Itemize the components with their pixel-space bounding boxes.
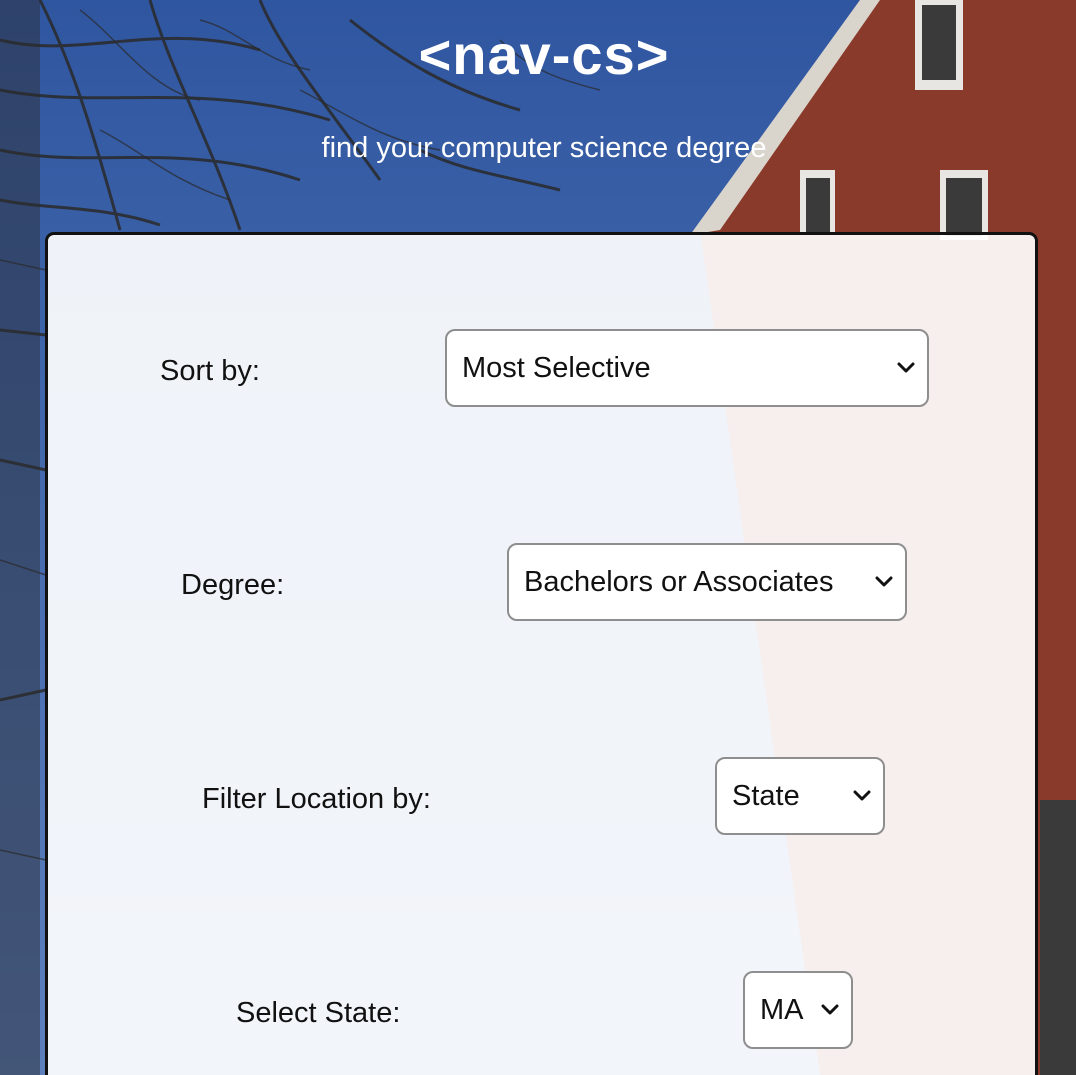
chevron-down-icon	[893, 358, 919, 378]
sort-label: Sort by:	[160, 355, 260, 387]
degree-select[interactable]: Bachelors or Associates	[507, 543, 907, 621]
chevron-down-icon	[871, 572, 897, 592]
sort-select[interactable]: Most Selective	[445, 329, 929, 407]
state-label: Select State:	[236, 997, 401, 1029]
site-tagline: find your computer science degree	[321, 132, 767, 164]
site-title: <nav-cs>	[418, 23, 670, 86]
chevron-down-icon	[849, 786, 875, 806]
sort-select-value: Most Selective	[462, 351, 651, 384]
state-select-value: MA	[760, 993, 804, 1026]
location-select-value: State	[732, 779, 800, 812]
chevron-down-icon	[817, 1000, 843, 1020]
degree-select-value: Bachelors or Associates	[524, 565, 834, 598]
location-label: Filter Location by:	[202, 783, 431, 815]
location-select[interactable]: State	[715, 757, 885, 835]
state-select[interactable]: MA	[743, 971, 853, 1049]
filter-panel: Sort by: Most Selective Degree: Bachelor…	[45, 232, 1038, 1075]
degree-label: Degree:	[181, 569, 285, 601]
